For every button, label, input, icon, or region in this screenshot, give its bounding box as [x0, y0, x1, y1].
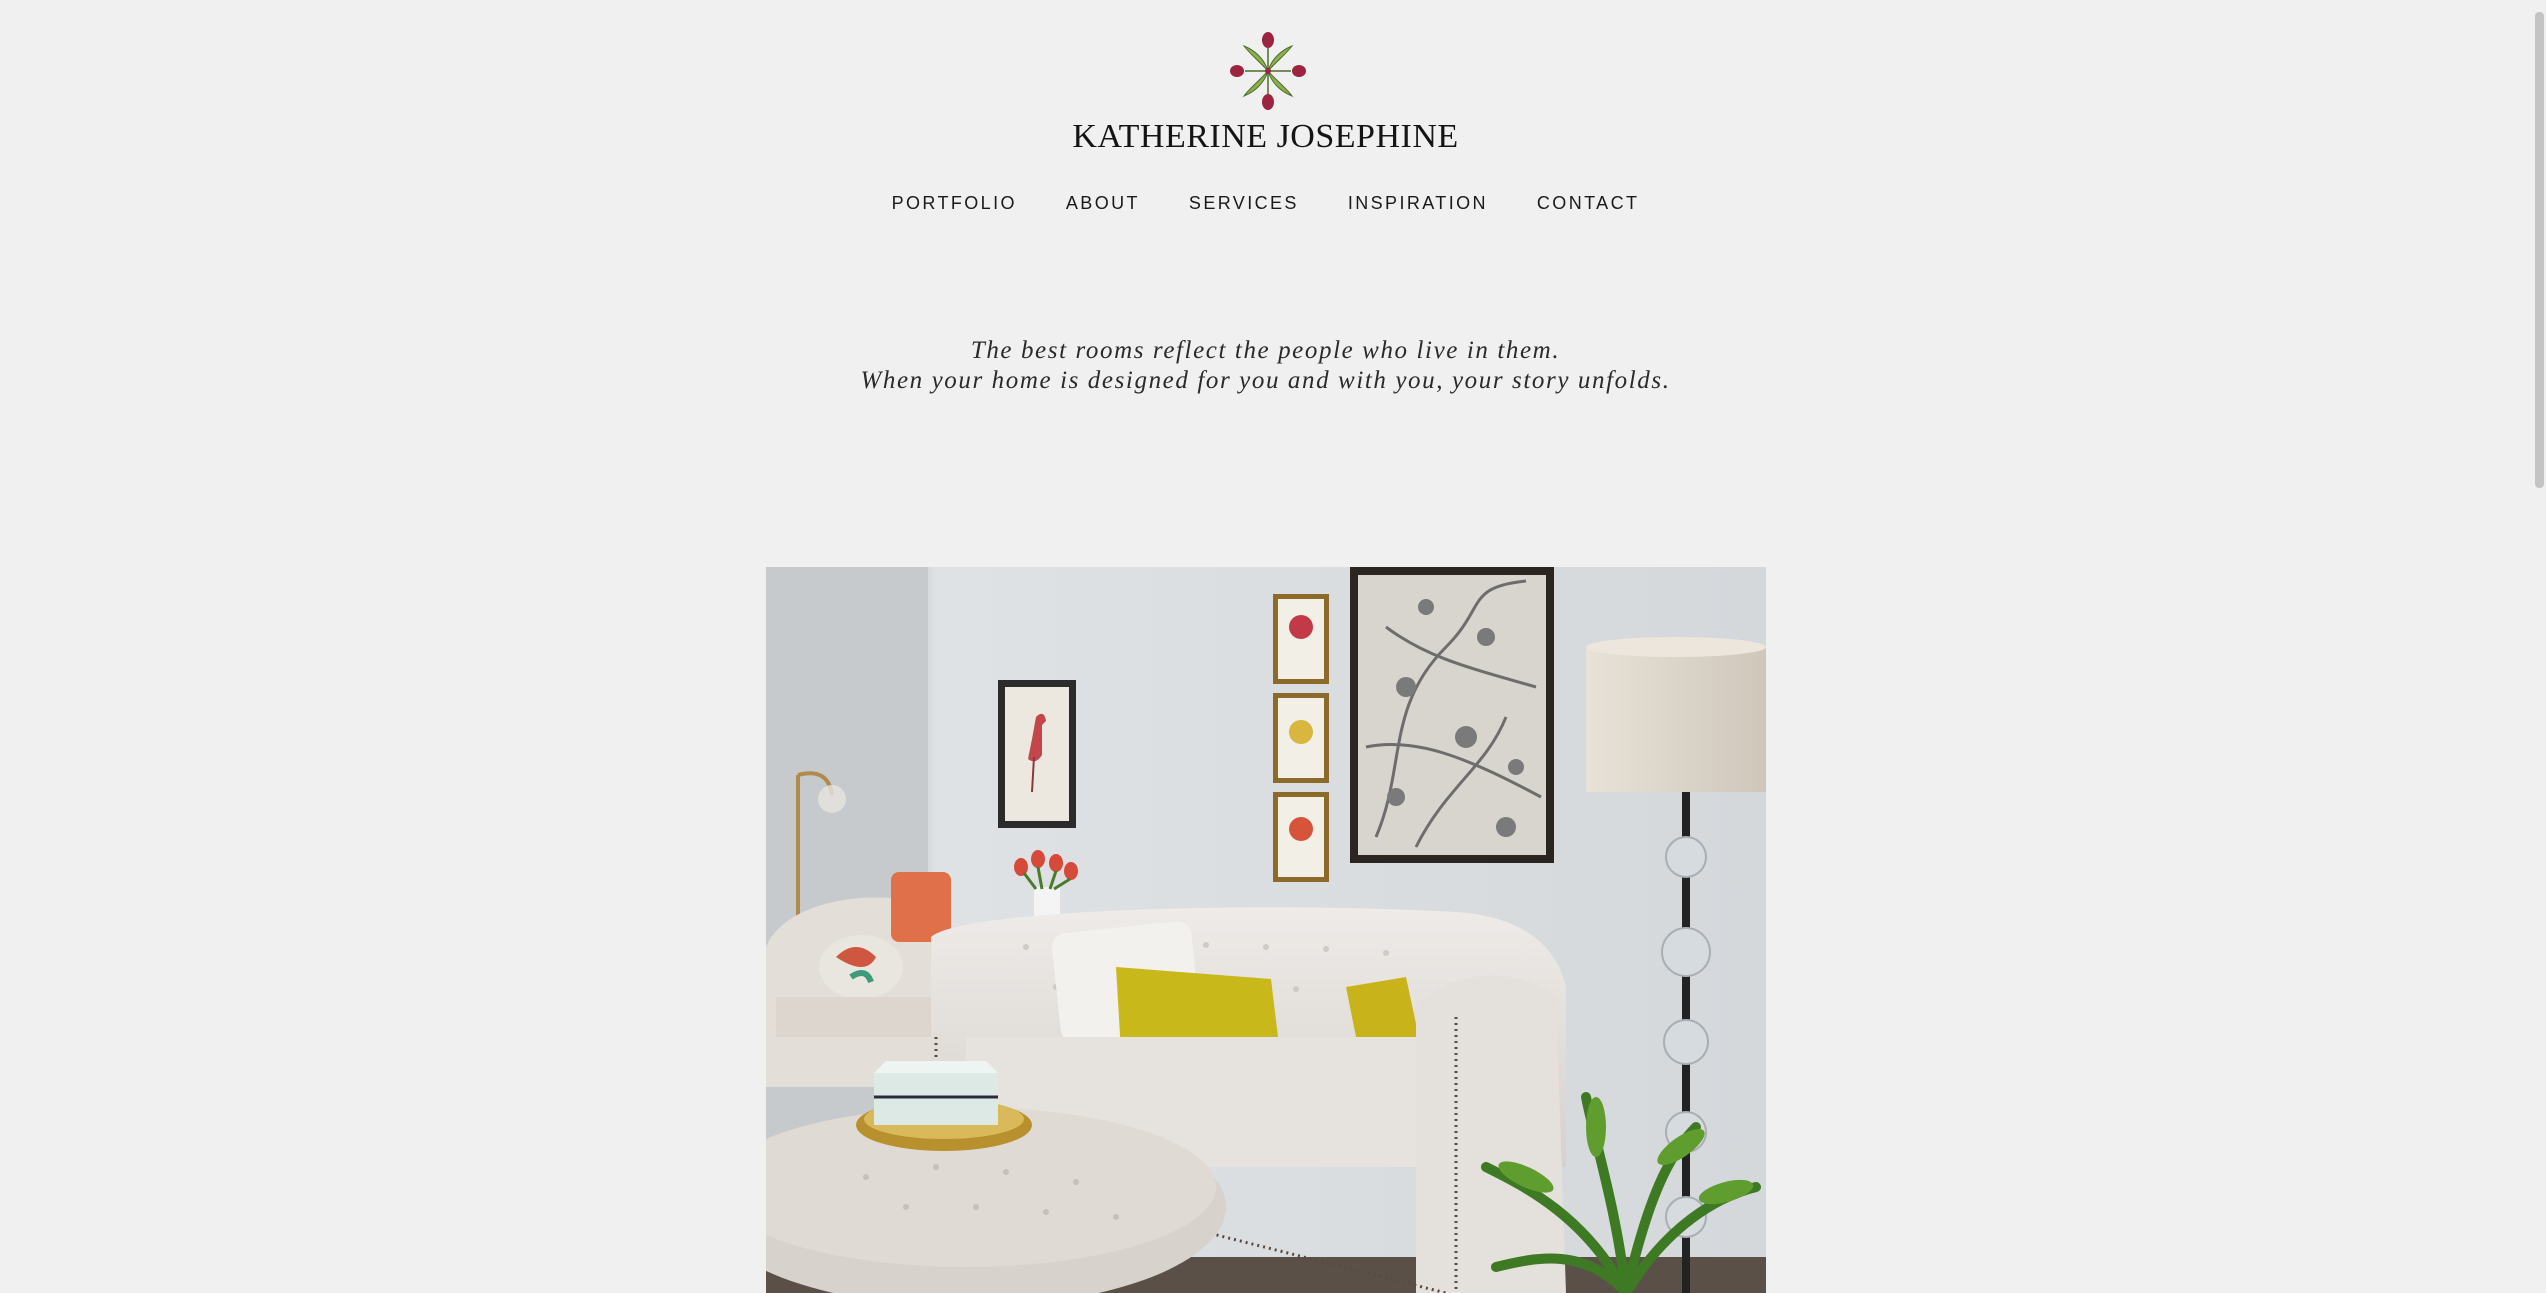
hero-living-room-image — [766, 567, 1766, 1293]
tagline-line-2: When your home is designed for you and w… — [860, 367, 1671, 394]
nav-item-contact[interactable]: CONTACT — [1537, 193, 1639, 214]
flower-logo-icon[interactable] — [1230, 32, 1306, 110]
nav-item-about[interactable]: ABOUT — [1066, 193, 1140, 214]
main-nav: PORTFOLIO ABOUT SERVICES INSPIRATION CON… — [0, 193, 2531, 214]
scrollbar-thumb[interactable] — [2535, 12, 2544, 488]
tagline-line-1: The best rooms reflect the people who li… — [970, 337, 1561, 364]
page-scrollbar[interactable] — [2533, 0, 2546, 1293]
nav-item-services[interactable]: SERVICES — [1189, 193, 1299, 214]
living-room-illustration — [766, 567, 1766, 1293]
tagline: The best rooms reflect the people who li… — [0, 336, 2531, 396]
nav-item-portfolio[interactable]: PORTFOLIO — [892, 193, 1017, 214]
nav-item-inspiration[interactable]: INSPIRATION — [1348, 193, 1488, 214]
brand-name[interactable]: KATHERINE JOSEPHINE — [0, 118, 2531, 156]
